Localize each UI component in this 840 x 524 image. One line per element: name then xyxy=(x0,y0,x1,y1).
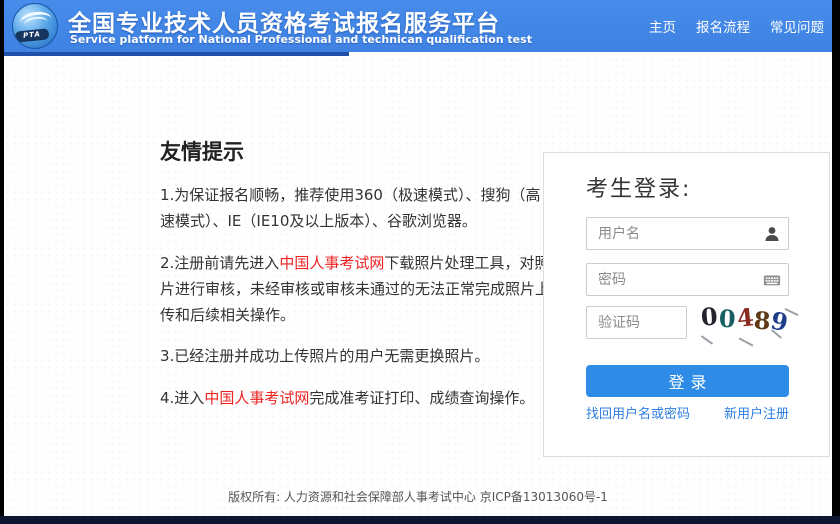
captcha-image[interactable]: 0 0 4 8 9 xyxy=(696,303,794,345)
tip-4-cpta-link[interactable]: 中国人事考试网 xyxy=(204,389,309,407)
captcha-field-wrap xyxy=(586,306,687,339)
nav-faq-link[interactable]: 常见问题 xyxy=(770,16,824,36)
captcha-input[interactable] xyxy=(586,306,687,339)
copyright-text: 版权所有: 人力资源和社会保障部人事考试中心 京ICP备13013060号-1 xyxy=(4,488,832,505)
tip-4-suffix: 完成准考证打印、成绩查询操作。 xyxy=(309,389,534,407)
logo-banner-text: PTA xyxy=(15,28,50,42)
username-field-wrap xyxy=(586,217,789,250)
logo-circle: PTA xyxy=(12,3,58,49)
new-user-register-link[interactable]: 新用户注册 xyxy=(724,403,789,422)
header-nav: 主页 报名流程 常见问题 xyxy=(649,0,824,52)
captcha-noise xyxy=(701,335,714,345)
tip-2-text: 2.注册前请先进入 xyxy=(160,254,279,272)
tip-item-1: 1.为保证报名顺畅，推荐使用360（极速模式）、搜狗（高速模式）、IE（IE10… xyxy=(160,182,552,235)
page: PTA 全国专业技术人员资格考试报名服务平台 Service platform … xyxy=(4,0,832,516)
user-icon xyxy=(763,225,781,243)
nav-process-link[interactable]: 报名流程 xyxy=(696,16,750,36)
tip-item-2: 2.注册前请先进入中国人事考试网下载照片处理工具，对照片进行审核，未经审核或审核… xyxy=(160,250,552,329)
site-subtitle: Service platform for National Profession… xyxy=(70,33,532,46)
keyboard-icon xyxy=(763,271,781,289)
login-panel: 考生登录: xyxy=(543,152,830,457)
login-links-row: 找回用户名或密码 新用户注册 xyxy=(586,403,789,422)
captcha-digit: 0 xyxy=(718,305,736,334)
tip-4-text: 4.进入 xyxy=(160,389,204,407)
header-bar: PTA 全国专业技术人员资格考试报名服务平台 Service platform … xyxy=(4,0,832,52)
login-title: 考生登录: xyxy=(586,171,691,203)
tip-item-3: 3.已经注册并成功上传照片的用户无需更换照片。 xyxy=(160,343,552,369)
password-field-wrap xyxy=(586,263,789,296)
password-input[interactable] xyxy=(586,263,789,296)
pta-logo-icon: PTA xyxy=(12,3,58,49)
bottom-frame-bar xyxy=(0,516,840,524)
username-input[interactable] xyxy=(586,217,789,250)
tip-item-4: 4.进入中国人事考试网完成准考证打印、成绩查询操作。 xyxy=(160,385,552,411)
tip-2-cpta-link[interactable]: 中国人事考试网 xyxy=(279,254,384,272)
tip-1-text: 1.为保证报名顺畅，推荐使用360（极速模式）、搜狗（高速模式）、IE（IE10… xyxy=(160,186,540,230)
nav-home-link[interactable]: 主页 xyxy=(649,16,676,36)
login-button[interactable]: 登录 xyxy=(586,365,789,397)
captcha-noise xyxy=(738,337,753,346)
captcha-digit: 0 xyxy=(700,302,719,332)
forgot-password-link[interactable]: 找回用户名或密码 xyxy=(586,403,690,422)
tips-heading: 友情提示 xyxy=(160,136,552,166)
friendly-tips-section: 友情提示 1.为保证报名顺畅，推荐使用360（极速模式）、搜狗（高速模式）、IE… xyxy=(160,136,552,426)
captcha-digit: 4 xyxy=(735,303,755,333)
tip-3-text: 3.已经注册并成功上传照片的用户无需更换照片。 xyxy=(160,347,489,365)
main-area: 友情提示 1.为保证报名顺畅，推荐使用360（极速模式）、搜狗（高速模式）、IE… xyxy=(4,56,832,516)
